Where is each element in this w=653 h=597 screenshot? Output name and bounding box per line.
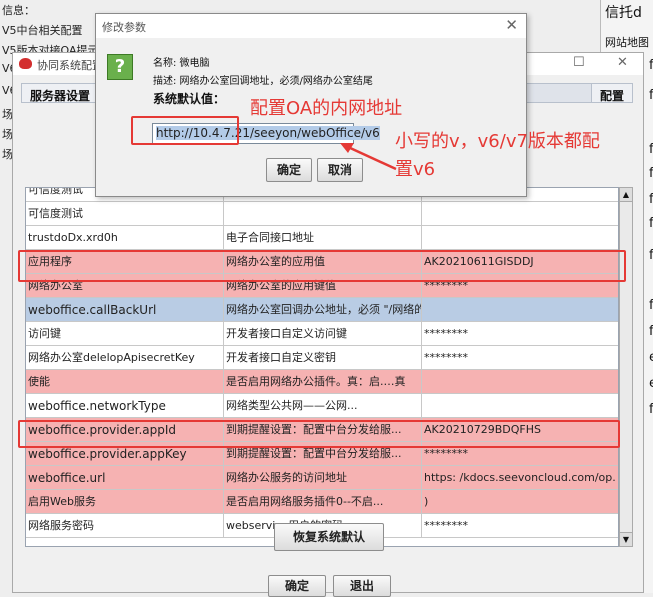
param-value-cell: ********: [422, 346, 618, 370]
ip-highlight-box: [131, 116, 239, 145]
param-value-cell: https: /kdocs.seevoncloud.com/op.: [422, 466, 618, 490]
tab-server-settings[interactable]: 服务器设置: [22, 84, 100, 103]
table-row[interactable]: trustdoDx.xrd0h 电子合同接口地址: [26, 226, 618, 250]
param-desc-cell: 网络办公室回调办公地址，必须 "/网络的http://10.4.7.21/see…: [224, 298, 422, 322]
default-value-label: 系统默认值：: [153, 92, 226, 106]
bg-line: V5中台相关配置: [2, 24, 83, 37]
param-desc: 描述: 网络办公室回调地址，必须/网络办公室结尾: [153, 76, 373, 87]
bg-line: 信息：: [2, 4, 35, 17]
param-desc-cell: 是否启用网络服务插件0--不启...: [224, 490, 422, 514]
bg-right-mark: f: [649, 298, 653, 313]
param-desc-cell: 开发者接口自定义密钥: [224, 346, 422, 370]
table-row[interactable]: weboffice.url 网络办公服务的访问地址 https: /kdocs.se…: [26, 466, 618, 490]
weboffice-url-highlight: [18, 420, 620, 448]
table-scrollbar[interactable]: ▲ ▼: [619, 187, 633, 547]
table-row[interactable]: weboffice.callBackUrl 网络办公室回调办公地址，必须 "/网络…: [26, 298, 618, 322]
param-desc-cell: 是否启用网络办公插件。真：启.…真: [224, 370, 422, 394]
param-table: 可信度测试 可信度测试 trustdoDx.xrd0h 电子合同接口地址 应用程序 网络办…: [25, 187, 619, 547]
restore-default-button[interactable]: 恢复系统默认: [274, 523, 384, 551]
param-value-cell: [422, 298, 618, 322]
param-name-cell: weboffice.callBackUrl: [26, 298, 224, 322]
ok-button[interactable]: 确定: [268, 575, 326, 597]
exit-button[interactable]: 退出: [333, 575, 391, 597]
table-row[interactable]: weboffice.networkType 网络类型公共网——公网...: [26, 394, 618, 418]
bg-right-mark: f: [649, 166, 653, 181]
param-desc-cell: 电子合同接口地址: [224, 226, 422, 250]
bg-right-mark: f: [649, 58, 653, 73]
scroll-up-icon[interactable]: ▲: [620, 188, 632, 202]
table-row[interactable]: 启用Web服务 是否启用网络服务插件0--不启...): [26, 490, 618, 514]
param-desc-cell: 开发者接口自定义访问键: [224, 322, 422, 346]
dialog-close-icon[interactable]: ✕: [505, 16, 518, 34]
param-value-cell: [422, 370, 618, 394]
param-name: 名称: 微电脑: [153, 58, 210, 69]
table-row[interactable]: 访问键 开发者接口自定义访问键 ********: [26, 322, 618, 346]
bg-right-mark: e: [649, 376, 653, 391]
param-value-cell: [422, 226, 618, 250]
annotation-config-oa: 配置OA的内网地址: [250, 98, 403, 119]
bg-right-mark: e: [649, 350, 653, 365]
bg-right-mark: f: [649, 142, 653, 157]
param-name-cell: trustdoDx.xrd0h: [26, 226, 224, 250]
bg-right-mark: f: [649, 216, 653, 231]
dialog-titlebar: 修改参数 ✕: [96, 14, 526, 38]
param-value-cell: [422, 394, 618, 418]
param-desc-cell: [224, 202, 422, 226]
dialog-ok-button[interactable]: 确定: [266, 158, 312, 182]
param-name-cell: 网络服务密码: [26, 514, 224, 538]
table-row[interactable]: 使能 是否启用网络办公插件。真：启.…真: [26, 370, 618, 394]
bg-right-title: 信托d: [605, 5, 642, 21]
annotation-lowercase-v-2: 置v6: [395, 159, 436, 180]
callback-url-highlight: [18, 250, 626, 282]
close-icon[interactable]: ✕: [617, 55, 628, 70]
param-desc-cell: 网络办公服务的访问地址: [224, 466, 422, 490]
table-row[interactable]: 网络办公室delelopApisecretKey 开发者接口自定义密钥 ******…: [26, 346, 618, 370]
scroll-down-icon[interactable]: ▼: [620, 532, 632, 546]
param-value-cell: [422, 202, 618, 226]
table-row[interactable]: 可信度测试: [26, 202, 618, 226]
param-name-cell: weboffice.url: [26, 466, 224, 490]
bg-right-mark: f: [649, 324, 653, 339]
dialog-title: 修改参数: [102, 21, 146, 34]
param-value-cell: ): [422, 490, 618, 514]
bg-right-mark: f: [649, 402, 653, 417]
app-logo-icon: [19, 58, 32, 69]
bg-right-mark: f: [649, 248, 653, 263]
bg-right-sub: 网站地图: [605, 36, 649, 49]
param-name-cell: 网络办公室delelopApisecretKey: [26, 346, 224, 370]
param-name-cell: 启用Web服务: [26, 490, 224, 514]
param-name-cell: 可信度测试: [26, 202, 224, 226]
param-value-cell: ********: [422, 514, 618, 538]
annotation-arrow-icon: [340, 143, 397, 171]
window-title: 协同系统配置: [37, 59, 103, 72]
annotation-lowercase-v-1: 小写的v，v6/v7版本都配: [395, 131, 600, 152]
bg-right-mark: f: [649, 88, 653, 103]
param-desc-cell: 网络类型公共网——公网...: [224, 394, 422, 418]
param-name-cell: 访问键: [26, 322, 224, 346]
question-icon: ?: [107, 54, 133, 80]
maximize-icon[interactable]: ☐: [573, 55, 585, 70]
param-name-cell: weboffice.networkType: [26, 394, 224, 418]
tab-config[interactable]: 配置: [590, 84, 632, 103]
param-value-cell: ********: [422, 322, 618, 346]
bg-right-mark: f: [649, 192, 653, 207]
param-name-cell: 使能: [26, 370, 224, 394]
